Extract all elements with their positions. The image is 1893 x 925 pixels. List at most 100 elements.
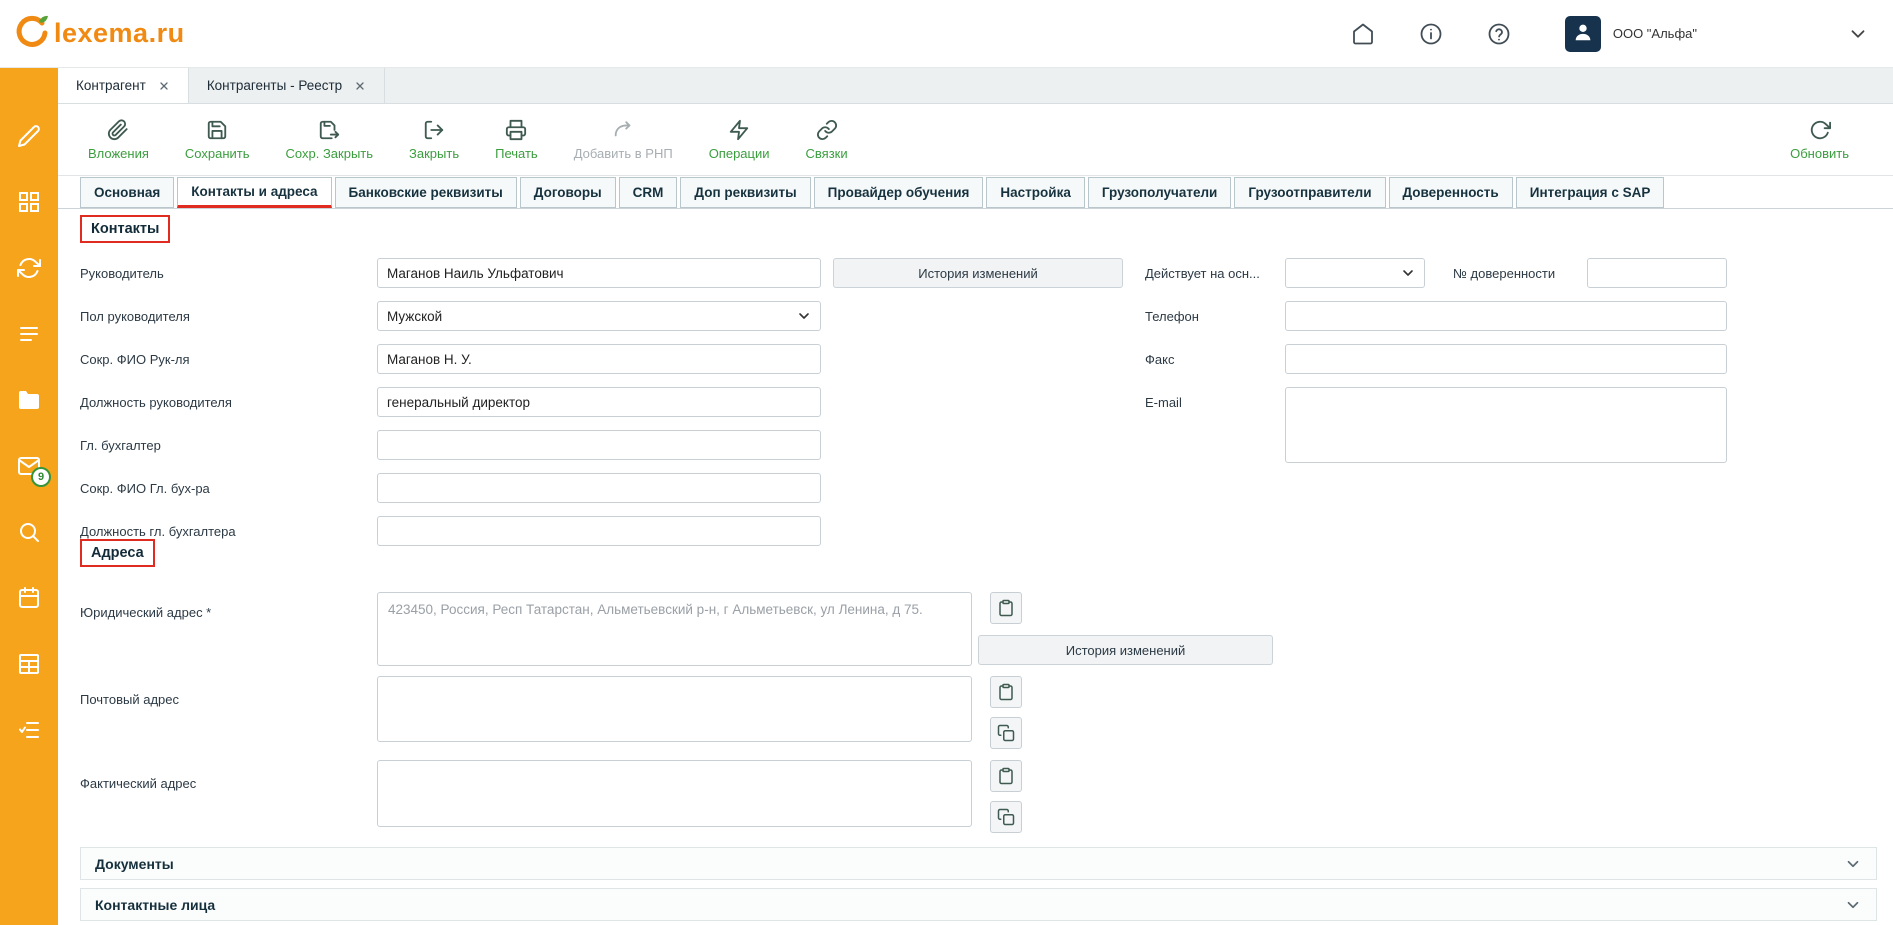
lexema-logo-icon (14, 14, 50, 53)
postal-address-textarea[interactable] (377, 676, 972, 742)
head-label: Руководитель (80, 266, 164, 281)
tab-provider-obucheniya[interactable]: Провайдер обучения (814, 177, 984, 208)
gender-select[interactable]: Мужской (377, 301, 821, 331)
calendar-icon[interactable] (17, 586, 41, 610)
email-textarea[interactable] (1285, 387, 1727, 463)
search-icon[interactable] (17, 520, 41, 544)
refresh-button[interactable]: Обновить (1790, 119, 1849, 161)
chevron-down-icon[interactable] (1844, 896, 1862, 914)
mail-icon[interactable]: 9 (17, 454, 41, 478)
tab-nastroika[interactable]: Настройка (986, 177, 1084, 208)
tab-gruzopoluchateli[interactable]: Грузополучатели (1088, 177, 1231, 208)
checklist-icon[interactable] (17, 718, 41, 742)
attachments-button[interactable]: Вложения (88, 119, 149, 161)
printer-icon (505, 119, 527, 141)
print-button[interactable]: Печать (495, 119, 538, 161)
accountant-position-label: Должность гл. бухгалтера (80, 524, 236, 539)
home-icon[interactable] (1351, 22, 1375, 46)
app-root: lexema.ru ООО "Альфа" (0, 0, 1893, 925)
paste-postal-button[interactable] (990, 676, 1022, 708)
help-icon[interactable] (1487, 22, 1511, 46)
top-header: lexema.ru ООО "Альфа" (0, 0, 1893, 68)
head-input[interactable] (377, 258, 821, 288)
legal-address-label: Юридический адрес * (80, 605, 211, 620)
basis-select[interactable] (1285, 258, 1425, 288)
tab-osnovnaya[interactable]: Основная (80, 177, 174, 208)
copy-actual-button[interactable] (990, 801, 1022, 833)
accountant-position-input[interactable] (377, 516, 821, 546)
paste-actual-button[interactable] (990, 760, 1022, 792)
folder-icon[interactable] (17, 388, 41, 412)
tab-bankovskie-rekvizity[interactable]: Банковские реквизиты (335, 177, 517, 208)
toolbar-label: Закрыть (409, 146, 459, 161)
basis-label: Действует на осн... (1145, 266, 1260, 281)
accountant-label: Гл. бухгалтер (80, 438, 161, 453)
links-button[interactable]: Связки (806, 119, 848, 161)
chevron-down-icon[interactable] (1847, 23, 1869, 45)
pencil-icon[interactable] (17, 124, 41, 148)
history-button-addresses[interactable]: История изменений (978, 635, 1273, 665)
header-right: ООО "Альфа" (1351, 16, 1869, 52)
tab-crm[interactable]: CRM (619, 177, 678, 208)
form-area: Контакты Руководитель Пол руководителя М… (58, 209, 1893, 925)
close-icon[interactable] (354, 80, 366, 92)
accountant-short-input[interactable] (377, 473, 821, 503)
paperclip-icon (107, 119, 129, 141)
close-document-button[interactable]: Закрыть (409, 119, 459, 161)
clipboard-icon (997, 683, 1015, 701)
doc-tab-reestr[interactable]: Контрагенты - Реестр (189, 68, 385, 103)
tab-gruzootpraviteli[interactable]: Грузоотправители (1234, 177, 1385, 208)
actual-address-textarea[interactable] (377, 760, 972, 827)
contacts-section-title: Контакты (80, 215, 170, 243)
tab-doverennost[interactable]: Доверенность (1389, 177, 1513, 208)
user-avatar[interactable] (1565, 16, 1601, 52)
history-button-contacts[interactable]: История изменений (833, 258, 1123, 288)
form-tab-bar: Основная Контакты и адреса Банковские ре… (58, 176, 1893, 209)
close-icon[interactable] (158, 80, 170, 92)
tab-dogovory[interactable]: Договоры (520, 177, 616, 208)
postal-address-label: Почтовый адрес (80, 692, 179, 707)
legal-address-value: 423450, Россия, Респ Татарстан, Альметье… (388, 602, 923, 617)
short-name-label: Сокр. ФИО Рук-ля (80, 352, 190, 367)
documents-section-bar[interactable]: Документы (80, 847, 1877, 880)
tab-dop-rekvizity[interactable]: Доп реквизиты (680, 177, 810, 208)
doc-tab-label: Контрагенты - Реестр (207, 78, 342, 93)
phone-input[interactable] (1285, 301, 1727, 331)
tab-integratsiya-sap[interactable]: Интеграция с SAP (1516, 177, 1665, 208)
addresses-section-title: Адреса (80, 539, 155, 567)
save-button[interactable]: Сохранить (185, 119, 250, 161)
copy-postal-button[interactable] (990, 717, 1022, 749)
toolbar: Вложения Сохранить Сохр. Закрыть Закрыть… (58, 104, 1893, 176)
chevron-down-icon[interactable] (1844, 855, 1862, 873)
legal-address-textarea[interactable]: 423450, Россия, Респ Татарстан, Альметье… (377, 592, 972, 666)
accountant-input[interactable] (377, 430, 821, 460)
short-name-input[interactable] (377, 344, 821, 374)
actual-address-label: Фактический адрес (80, 776, 196, 791)
redo-arrow-icon (612, 119, 634, 141)
operations-button[interactable]: Операции (709, 119, 770, 161)
paste-address-button[interactable] (990, 592, 1022, 624)
sync-icon[interactable] (17, 256, 41, 280)
toolbar-label: Печать (495, 146, 538, 161)
tab-kontakty-i-adresa[interactable]: Контакты и адреса (177, 177, 331, 208)
main-area: Контрагент Контрагенты - Реестр Вложения (58, 68, 1893, 925)
fax-input[interactable] (1285, 344, 1727, 374)
copy-icon (997, 808, 1015, 826)
contact-persons-section-title: Контактные лица (95, 897, 215, 913)
refresh-icon (1809, 119, 1831, 141)
doc-tab-kontragent[interactable]: Контрагент (58, 68, 189, 103)
rows-icon[interactable] (17, 322, 41, 346)
gender-label: Пол руководителя (80, 309, 190, 324)
contact-persons-section-bar[interactable]: Контактные лица (80, 888, 1877, 921)
position-input[interactable] (377, 387, 821, 417)
table-icon[interactable] (17, 652, 41, 676)
toolbar-left-group: Вложения Сохранить Сохр. Закрыть Закрыть… (88, 119, 848, 161)
toolbar-label: Вложения (88, 146, 149, 161)
save-close-button[interactable]: Сохр. Закрыть (286, 119, 374, 161)
attorney-number-input[interactable] (1587, 258, 1727, 288)
lexema-logo[interactable]: lexema.ru (14, 14, 185, 53)
link-icon (816, 119, 838, 141)
info-icon[interactable] (1419, 22, 1443, 46)
grid-icon[interactable] (17, 190, 41, 214)
toolbar-label: Обновить (1790, 146, 1849, 161)
